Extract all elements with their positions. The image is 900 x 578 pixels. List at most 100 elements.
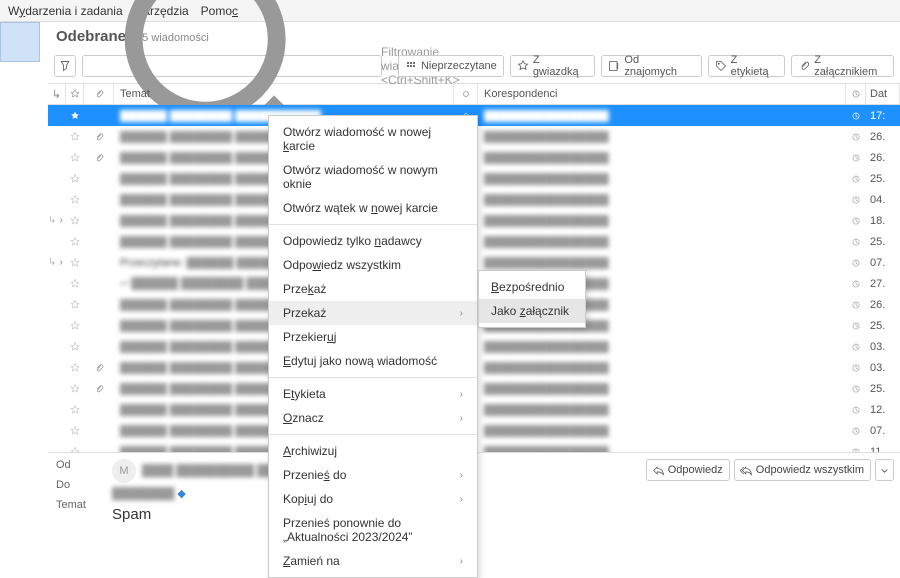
quick-filter-toggle[interactable]: [54, 55, 76, 77]
sub-forward-attachment[interactable]: Jako załącznik: [479, 299, 585, 323]
reply-more-button[interactable]: [875, 459, 894, 481]
ctx-open-window[interactable]: Otwórz wiadomość w nowym oknie: [269, 158, 477, 196]
filter-starred-button[interactable]: Z gwiazdką: [510, 55, 596, 77]
col-star-icon[interactable]: [66, 84, 84, 104]
row-correspondent: ████████████████: [478, 404, 846, 416]
col-subject[interactable]: Temat: [114, 84, 454, 104]
ctx-forward-submenu[interactable]: Przekaż›: [269, 301, 477, 325]
row-correspondent: ████████████████: [478, 152, 846, 164]
ctx-label[interactable]: Etykieta›: [269, 382, 477, 406]
star-toggle[interactable]: [66, 258, 84, 268]
row-date: 17:: [866, 110, 900, 122]
column-headers: ↳ Temat Korespondenci Dat: [48, 83, 900, 105]
col-date[interactable]: Dat: [866, 84, 900, 104]
star-toggle[interactable]: [66, 279, 84, 289]
chevron-right-icon: ›: [460, 413, 463, 424]
row-correspondent: ████████████████: [478, 131, 846, 143]
col-read-icon[interactable]: [454, 84, 478, 104]
context-menu: Otwórz wiadomość w nowej karcie Otwórz w…: [268, 115, 478, 578]
filter-unread-button[interactable]: Nieprzeczytane: [398, 55, 504, 77]
star-toggle[interactable]: [66, 321, 84, 331]
star-toggle[interactable]: [66, 153, 84, 163]
row-correspondent: ████████████████: [478, 383, 846, 395]
filter-attachment-button[interactable]: Z załącznikiem: [791, 55, 894, 77]
row-date: 04.: [866, 194, 900, 206]
row-date: 12.: [866, 404, 900, 416]
star-toggle[interactable]: [66, 111, 84, 121]
ctx-mark[interactable]: Oznacz›: [269, 406, 477, 430]
col-correspondents[interactable]: Korespondenci: [478, 84, 846, 104]
row-date: 26.: [866, 131, 900, 143]
col-indicator-icon[interactable]: [846, 84, 866, 104]
folder-pane-stub[interactable]: [0, 22, 40, 62]
star-toggle[interactable]: [66, 363, 84, 373]
star-toggle[interactable]: [66, 342, 84, 352]
chevron-right-icon: ›: [460, 470, 463, 481]
reply-icon: [653, 465, 664, 476]
reply-all-icon: [741, 465, 752, 476]
star-toggle[interactable]: [66, 174, 84, 184]
row-date: 18.: [866, 215, 900, 227]
preview-subject-label: Temat: [56, 499, 100, 511]
preview-to-value: ████████: [112, 488, 174, 500]
ctx-replace[interactable]: Zamień na›: [269, 549, 477, 573]
pin-icon: [59, 60, 71, 72]
star-toggle[interactable]: [66, 237, 84, 247]
row-date: 25.: [866, 173, 900, 185]
preview-to-label: Do: [56, 479, 100, 491]
ctx-edit-as-new[interactable]: Edytuj jako nową wiadomość: [269, 349, 477, 373]
reply-button[interactable]: Odpowiedz: [646, 459, 730, 481]
row-indicator: [846, 300, 866, 310]
ctx-move-to[interactable]: Przenieś do›: [269, 463, 477, 487]
ctx-reply-all[interactable]: Odpowiedz wszystkim: [269, 253, 477, 277]
ctx-forward[interactable]: Przekaż: [269, 277, 477, 301]
quick-filter-search[interactable]: Filtrowanie wiadomości <Ctrl+Shift+K>: [82, 55, 382, 77]
filter-tagged-button[interactable]: Z etykietą: [708, 55, 786, 77]
thread-indicator: ↳ ›: [48, 257, 66, 268]
ctx-open-thread[interactable]: Otwórz wątek w nowej karcie: [269, 196, 477, 220]
row-indicator: [846, 342, 866, 352]
avatar: M: [112, 459, 136, 483]
star-toggle[interactable]: [66, 216, 84, 226]
row-indicator: [846, 195, 866, 205]
star-toggle[interactable]: [66, 405, 84, 415]
row-correspondent: ████████████████: [478, 110, 846, 122]
row-date: 03.: [866, 341, 900, 353]
row-indicator: [846, 258, 866, 268]
tag-icon: [715, 60, 727, 72]
star-toggle[interactable]: [66, 426, 84, 436]
row-correspondent: ████████████████: [478, 236, 846, 248]
reply-all-button[interactable]: Odpowiedz wszystkim: [734, 459, 871, 481]
forward-submenu: Bezpośrednio Jako załącznik: [478, 270, 586, 328]
row-date: 25.: [866, 236, 900, 248]
chevron-right-icon: ›: [460, 556, 463, 567]
row-indicator: [846, 321, 866, 331]
attachment-indicator: [84, 363, 114, 373]
row-indicator: [846, 279, 866, 289]
row-indicator: [846, 174, 866, 184]
star-toggle[interactable]: [66, 132, 84, 142]
row-date: 27.: [866, 278, 900, 290]
star-toggle[interactable]: [66, 195, 84, 205]
star-toggle[interactable]: [66, 384, 84, 394]
col-attachment-icon[interactable]: [84, 84, 114, 104]
row-correspondent: ████████████████: [478, 425, 846, 437]
thread-indicator: ↳ ›: [48, 215, 66, 226]
col-thread-icon[interactable]: ↳: [48, 84, 66, 104]
filter-contacts-button[interactable]: Od znajomych: [601, 55, 701, 77]
row-date: 25.: [866, 320, 900, 332]
ctx-open-tab[interactable]: Otwórz wiadomość w nowej karcie: [269, 120, 477, 158]
dot-grid-icon: [405, 60, 417, 72]
ctx-copy-to[interactable]: Kopiuj do›: [269, 487, 477, 511]
star-toggle[interactable]: [66, 300, 84, 310]
ctx-reply-sender[interactable]: Odpowiedz tylko nadawcy: [269, 229, 477, 253]
ctx-redirect[interactable]: Przekieruj: [269, 325, 477, 349]
ctx-archive[interactable]: Archiwizuj: [269, 439, 477, 463]
row-date: 26.: [866, 152, 900, 164]
paperclip-icon: [798, 60, 810, 72]
attachment-indicator: [84, 132, 114, 142]
row-indicator: [846, 132, 866, 142]
row-indicator: [846, 363, 866, 373]
ctx-move-again[interactable]: Przenieś ponownie do „Aktualności 2023/2…: [269, 511, 477, 549]
sub-forward-inline[interactable]: Bezpośrednio: [479, 275, 585, 299]
